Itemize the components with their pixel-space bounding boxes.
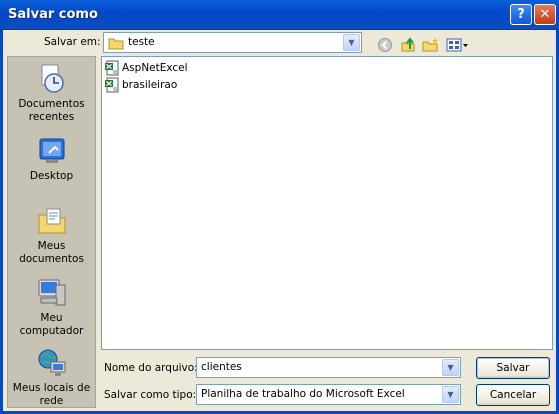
filename-label: Nome do arquivo: bbox=[104, 362, 198, 374]
places-item-label: Meu computador bbox=[19, 312, 84, 337]
places-item-network-places[interactable]: Meus locais de rede bbox=[8, 347, 95, 408]
places-item-label: Desktop bbox=[29, 170, 74, 182]
chevron-down-icon[interactable]: ▼ bbox=[343, 34, 360, 51]
help-button[interactable]: ? bbox=[510, 4, 532, 25]
views-menu-icon[interactable] bbox=[446, 37, 470, 53]
places-item-my-documents[interactable]: Meus documentos bbox=[8, 205, 95, 266]
network-places-icon bbox=[36, 347, 68, 379]
cancel-button[interactable]: Cancelar bbox=[476, 384, 550, 406]
file-name: AspNetExcel bbox=[122, 62, 188, 74]
excel-file-icon bbox=[105, 60, 119, 76]
places-item-label: Meus locais de rede bbox=[12, 382, 91, 407]
places-item-label: Documentos recentes bbox=[18, 98, 85, 123]
places-item-desktop[interactable]: Desktop bbox=[8, 135, 95, 183]
filetype-label: Salvar como tipo: bbox=[104, 389, 197, 401]
places-bar: Documentos recentes Desktop Meus documen… bbox=[7, 56, 96, 408]
window-title: Salvar como bbox=[8, 7, 98, 22]
chevron-down-icon[interactable]: ▼ bbox=[442, 386, 459, 403]
my-computer-icon bbox=[36, 277, 68, 309]
chevron-down-icon[interactable]: ▼ bbox=[442, 359, 459, 376]
places-item-my-computer[interactable]: Meu computador bbox=[8, 277, 95, 338]
save-in-combo[interactable]: teste ▼ bbox=[103, 32, 362, 53]
list-item[interactable]: AspNetExcel bbox=[104, 60, 188, 76]
places-item-label: Meus documentos bbox=[19, 240, 84, 265]
save-button[interactable]: Salvar bbox=[476, 357, 550, 379]
list-item[interactable]: brasileirao bbox=[104, 77, 177, 93]
folder-icon bbox=[108, 38, 124, 50]
filetype-select[interactable]: Planilha de trabalho do Microsoft Excel … bbox=[196, 384, 461, 405]
new-folder-icon[interactable] bbox=[422, 37, 440, 53]
filename-value: clientes bbox=[201, 361, 242, 373]
filetype-value: Planilha de trabalho do Microsoft Excel bbox=[201, 388, 405, 400]
save-in-label: Salvar em: bbox=[44, 36, 101, 48]
excel-file-icon bbox=[105, 77, 119, 93]
recent-documents-icon bbox=[36, 63, 68, 95]
filename-input[interactable]: clientes ▼ bbox=[196, 357, 461, 378]
close-button[interactable]: ✕ bbox=[534, 4, 556, 25]
save-in-folder-name: teste bbox=[128, 36, 155, 48]
my-documents-icon bbox=[36, 205, 68, 237]
desktop-icon bbox=[36, 135, 68, 167]
file-name: brasileirao bbox=[122, 79, 178, 91]
file-list[interactable]: AspNetExcel brasileirao bbox=[101, 56, 553, 350]
places-item-recent-documents[interactable]: Documentos recentes bbox=[8, 63, 95, 124]
title-bar: Salvar como ? ✕ bbox=[0, 0, 559, 30]
up-one-level-icon[interactable] bbox=[399, 37, 417, 53]
question-mark-icon: ? bbox=[517, 7, 525, 22]
close-x-icon: ✕ bbox=[539, 7, 551, 22]
back-icon[interactable] bbox=[376, 37, 394, 53]
